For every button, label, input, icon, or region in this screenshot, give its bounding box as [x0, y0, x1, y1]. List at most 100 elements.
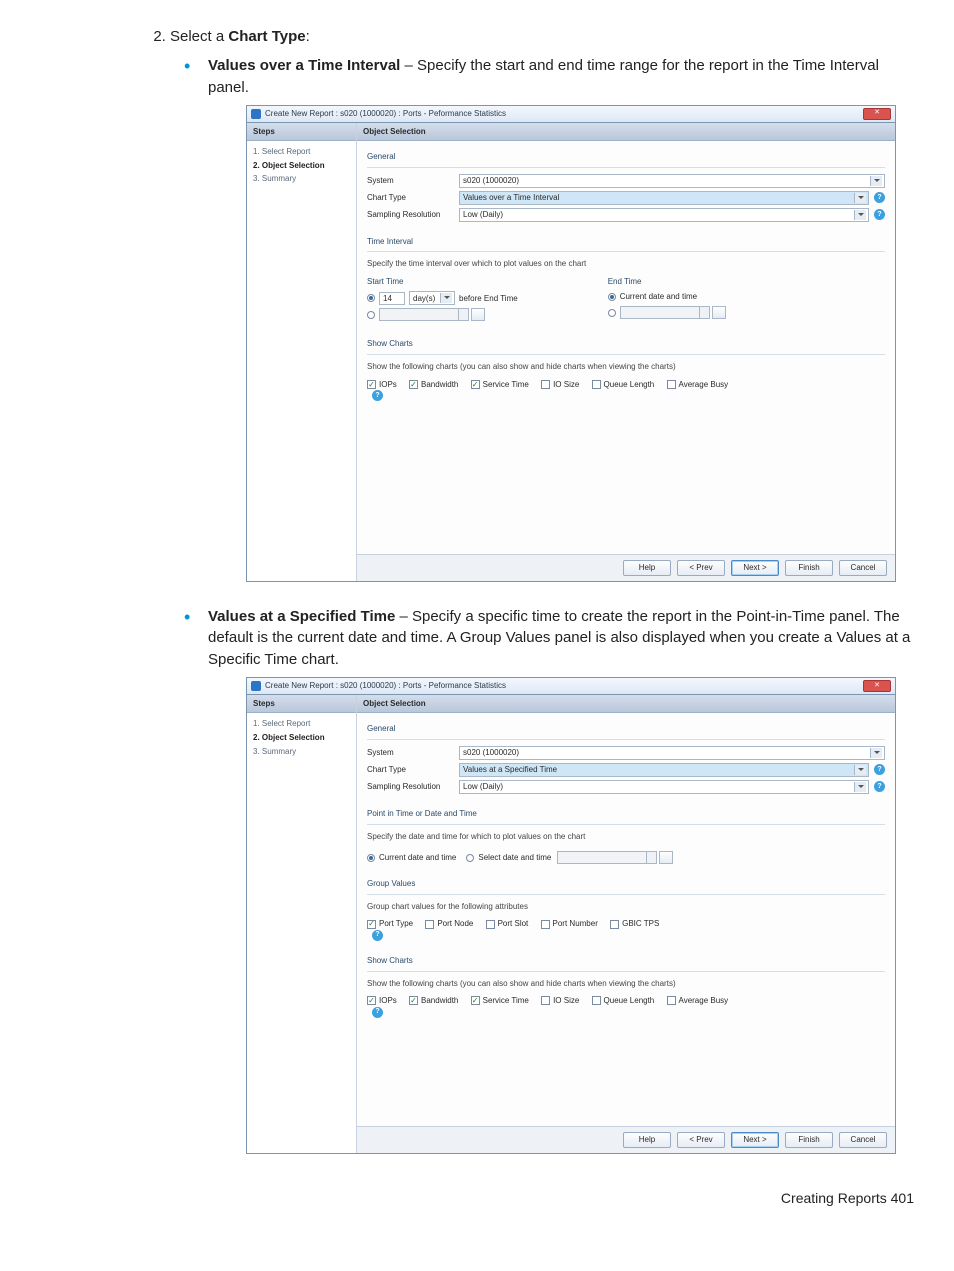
sampling-label: Sampling Resolution [367, 781, 459, 793]
end-date-input [620, 306, 700, 319]
show-charts-subtitle: Show the following charts (you can also … [367, 978, 885, 996]
chk-service-time[interactable] [471, 380, 480, 389]
help-icon[interactable]: ? [372, 390, 383, 401]
step-bold: Chart Type [228, 28, 305, 45]
chk-bandwidth[interactable] [409, 380, 418, 389]
close-icon[interactable]: ✕ [863, 108, 891, 120]
chk-iops[interactable] [367, 380, 376, 389]
chk-iops[interactable] [367, 996, 376, 1005]
finish-button[interactable]: Finish [785, 1132, 833, 1148]
chk-port-number[interactable] [541, 920, 550, 929]
calendar-icon [712, 306, 726, 319]
step-1[interactable]: 1. Select Report [253, 717, 350, 731]
window-title: Create New Report : s020 (1000020) : Por… [265, 108, 863, 120]
chk-queue-length[interactable] [592, 380, 601, 389]
pit-now-radio[interactable] [367, 854, 375, 862]
step-3[interactable]: 3. Summary [253, 745, 350, 759]
help-button[interactable]: Help [623, 1132, 671, 1148]
steps-header: Steps [247, 695, 356, 714]
help-icon[interactable]: ? [372, 1007, 383, 1018]
pit-now-label: Current date and time [379, 852, 456, 864]
prev-button[interactable]: < Prev [677, 560, 725, 576]
start-date-input [379, 308, 459, 321]
help-icon[interactable]: ? [874, 781, 885, 792]
chk-average-busy[interactable] [667, 996, 676, 1005]
start-suffix: before End Time [459, 293, 518, 305]
pit-select-radio[interactable] [466, 854, 474, 862]
chk-service-time[interactable] [471, 996, 480, 1005]
app-icon [251, 681, 261, 691]
pit-date-input [557, 851, 647, 864]
chk-port-node[interactable] [425, 920, 434, 929]
spinner-icon [647, 851, 657, 864]
sampling-label: Sampling Resolution [367, 209, 459, 221]
help-icon[interactable]: ? [874, 192, 885, 203]
group-values-checks: Port Type Port Node Port Slot Port Numbe… [367, 918, 885, 941]
chk-bandwidth[interactable] [409, 996, 418, 1005]
step-2[interactable]: 2. Object Selection [253, 159, 350, 173]
step-3[interactable]: 3. Summary [253, 172, 350, 186]
spinner-icon [459, 308, 469, 321]
help-icon[interactable]: ? [874, 209, 885, 220]
system-select[interactable]: s020 (1000020) [459, 746, 885, 760]
step-2[interactable]: 2. Object Selection [253, 731, 350, 745]
chk-gbic-tps[interactable] [610, 920, 619, 929]
show-charts-checks: IOPs Bandwidth Service Time IO Size Queu… [367, 995, 885, 1018]
chk-io-size[interactable] [541, 996, 550, 1005]
charttype-select[interactable]: Values over a Time Interval [459, 191, 869, 205]
chevron-down-icon [854, 782, 866, 792]
start-absolute-radio[interactable] [367, 311, 375, 319]
pit-heading: Point in Time or Date and Time [367, 804, 885, 825]
chevron-down-icon [854, 765, 866, 775]
start-time-heading: Start Time [367, 276, 518, 288]
next-button[interactable]: Next > [731, 560, 779, 576]
chk-io-size[interactable] [541, 380, 550, 389]
titlebar: Create New Report : s020 (1000020) : Por… [247, 106, 895, 123]
general-heading: General [367, 147, 885, 168]
close-icon[interactable]: ✕ [863, 680, 891, 692]
chk-queue-length[interactable] [592, 996, 601, 1005]
general-heading: General [367, 719, 885, 740]
start-value-input[interactable]: 14 [379, 292, 405, 305]
page-footer: Creating Reports 401 [40, 1190, 914, 1206]
start-relative-radio[interactable] [367, 294, 375, 302]
charttype-label: Chart Type [367, 764, 459, 776]
bullet-values-specified: Values at a Specified Time – Specify a s… [208, 606, 914, 1154]
group-values-heading: Group Values [367, 874, 885, 895]
dialog-time-interval: Create New Report : s020 (1000020) : Por… [246, 105, 896, 582]
chk-port-type[interactable] [367, 920, 376, 929]
chevron-down-icon [440, 293, 452, 303]
help-icon[interactable]: ? [874, 764, 885, 775]
cancel-button[interactable]: Cancel [839, 560, 887, 576]
chevron-down-icon [854, 210, 866, 220]
finish-button[interactable]: Finish [785, 560, 833, 576]
cancel-button[interactable]: Cancel [839, 1132, 887, 1148]
chk-port-slot[interactable] [486, 920, 495, 929]
step-line: Select a Chart Type: Values over a Time … [170, 28, 914, 1154]
sampling-select[interactable]: Low (Daily) [459, 780, 869, 794]
object-selection-header: Object Selection [357, 695, 895, 714]
prev-button[interactable]: < Prev [677, 1132, 725, 1148]
window-title: Create New Report : s020 (1000020) : Por… [265, 680, 863, 692]
system-label: System [367, 747, 459, 759]
step-1[interactable]: 1. Select Report [253, 145, 350, 159]
help-icon[interactable]: ? [372, 930, 383, 941]
step-suffix: : [306, 28, 310, 45]
end-time-heading: End Time [608, 276, 726, 288]
bullet-values-interval: Values over a Time Interval – Specify th… [208, 55, 914, 582]
pit-select-label: Select date and time [478, 852, 551, 864]
end-absolute-radio[interactable] [608, 309, 616, 317]
chevron-down-icon [870, 176, 882, 186]
end-now-radio[interactable] [608, 293, 616, 301]
help-button[interactable]: Help [623, 560, 671, 576]
show-charts-subtitle: Show the following charts (you can also … [367, 361, 885, 379]
group-values-subtitle: Group chart values for the following att… [367, 901, 885, 919]
spinner-icon [700, 306, 710, 319]
next-button[interactable]: Next > [731, 1132, 779, 1148]
system-select[interactable]: s020 (1000020) [459, 174, 885, 188]
chk-average-busy[interactable] [667, 380, 676, 389]
start-unit-select[interactable]: day(s) [409, 291, 455, 305]
sampling-select[interactable]: Low (Daily) [459, 208, 869, 222]
charttype-select[interactable]: Values at a Specified Time [459, 763, 869, 777]
time-interval-subtitle: Specify the time interval over which to … [367, 258, 885, 276]
